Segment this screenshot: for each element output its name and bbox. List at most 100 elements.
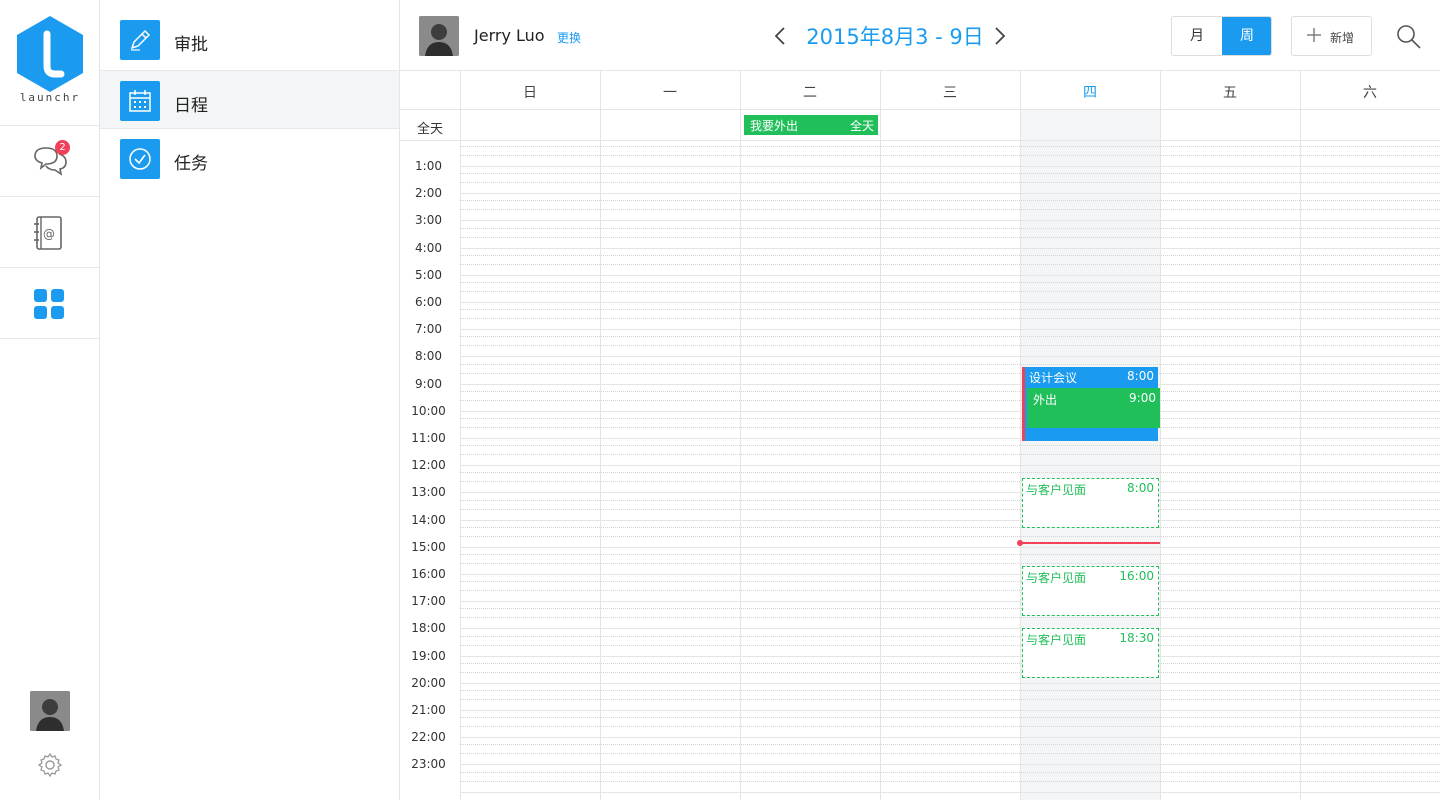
event-meet-client-2[interactable]: 与客户见面 16:00 — [1022, 566, 1159, 616]
all-day-label: 全天 — [416, 122, 443, 137]
hour-line — [460, 302, 1440, 303]
half-hour-line — [460, 671, 1440, 673]
submenu-label: 审批 — [174, 35, 208, 55]
app-logo[interactable]: launchr — [0, 0, 99, 126]
search-icon[interactable] — [1396, 24, 1422, 50]
half-hour-line — [460, 554, 1440, 555]
event-all-day[interactable]: 我要外出 全天 — [744, 115, 878, 135]
half-hour-line — [460, 445, 1440, 447]
user-name: Jerry Luo — [474, 26, 545, 45]
chevron-right-icon[interactable] — [990, 22, 1010, 50]
submenu-item-schedule[interactable]: 日程 — [100, 70, 399, 129]
hour-label: 4:00 — [415, 240, 442, 255]
event-time: 9:00 — [1129, 391, 1156, 405]
half-hour-line — [460, 472, 1440, 474]
half-hour-line — [460, 200, 1440, 202]
half-hour-line — [460, 282, 1440, 283]
view-toggle: 月 周 — [1171, 16, 1272, 56]
event-meet-client-3[interactable]: 与客户见面 18:30 — [1022, 628, 1159, 678]
half-hour-line — [460, 771, 1440, 773]
half-hour-line — [460, 318, 1440, 320]
half-hour-line — [460, 744, 1440, 746]
hour-label: 19:00 — [411, 648, 446, 663]
half-hour-line — [460, 499, 1440, 501]
hour-label: 8:00 — [415, 349, 442, 364]
half-hour-line — [460, 481, 1440, 483]
half-hour-line — [460, 581, 1440, 583]
hour-line — [460, 247, 1440, 249]
half-hour-line — [460, 617, 1440, 619]
all-day-row: 全天 — [400, 110, 1440, 141]
event-time: 8:00 — [1127, 481, 1154, 495]
view-week-button[interactable]: 周 — [1222, 17, 1271, 55]
add-event-label: 新增 — [1330, 31, 1355, 45]
hour-line — [460, 519, 1440, 521]
hour-line — [460, 791, 1440, 793]
half-hour-line — [460, 662, 1440, 664]
event-time: 全天 — [849, 119, 874, 133]
rail-apps[interactable] — [0, 268, 99, 339]
hour-line — [460, 546, 1440, 548]
submenu-item-tasks[interactable]: 任务 — [100, 129, 399, 189]
submenu-item-approval[interactable]: 审批 — [100, 0, 399, 70]
half-hour-line — [460, 146, 1440, 147]
pen-icon — [130, 29, 151, 51]
left-rail: launchr 2 @ — [0, 0, 100, 800]
half-hour-line — [460, 590, 1440, 592]
half-hour-line — [460, 717, 1440, 719]
event-title: 我要外出 — [750, 119, 799, 133]
date-range-title: 2015年8月3 - 9日 — [806, 25, 984, 49]
event-time: 8:00 — [1127, 369, 1154, 383]
hour-line — [460, 682, 1440, 684]
user-avatar[interactable] — [419, 16, 459, 56]
half-hour-line — [460, 508, 1440, 510]
chevron-left-icon[interactable] — [770, 22, 790, 50]
hour-line — [460, 410, 1440, 412]
hour-label: 9:00 — [415, 376, 442, 391]
event-time: 18:30 — [1119, 631, 1154, 645]
messages-badge: 2 — [55, 140, 70, 155]
current-time-dot — [1017, 540, 1023, 546]
day-header-sat: 六 — [1363, 85, 1377, 101]
event-title: 与客户见面 — [1026, 483, 1087, 497]
rail-contacts[interactable]: @ — [0, 197, 99, 268]
hour-line — [460, 492, 1440, 494]
half-hour-line — [460, 690, 1440, 691]
check-icon — [129, 148, 151, 170]
add-event-button[interactable]: 新增 — [1291, 16, 1372, 56]
hour-label: 20:00 — [411, 675, 446, 690]
event-go-out[interactable]: 外出 9:00 — [1027, 388, 1160, 428]
event-title: 设计会议 — [1029, 371, 1078, 385]
hour-label: 15:00 — [411, 539, 446, 554]
hour-label: 11:00 — [411, 431, 446, 445]
day-header-sun: 日 — [523, 85, 537, 101]
half-hour-line — [460, 227, 1440, 229]
logo-text: launchr — [19, 91, 81, 104]
change-user-link[interactable]: 更换 — [557, 29, 581, 46]
gear-icon[interactable] — [37, 752, 63, 778]
half-hour-line — [460, 608, 1440, 610]
hour-line — [460, 383, 1440, 385]
hour-line — [460, 601, 1440, 603]
event-title: 与客户见面 — [1026, 633, 1087, 647]
half-hour-line — [460, 390, 1440, 392]
half-hour-line — [460, 309, 1440, 311]
hour-label: 16:00 — [411, 567, 446, 581]
hour-line — [460, 655, 1440, 657]
calendar-toolbar: Jerry Luo 更换 2015年8月3 - 9日 月 周 新增 — [400, 0, 1440, 71]
rail-messages[interactable]: 2 — [0, 126, 99, 197]
event-title: 与客户见面 — [1026, 571, 1087, 585]
half-hour-line — [460, 644, 1440, 646]
avatar[interactable] — [30, 691, 70, 731]
hour-label: 3:00 — [415, 213, 442, 228]
half-hour-line — [460, 753, 1440, 755]
half-hour-line — [460, 780, 1440, 782]
hour-line — [460, 166, 1440, 167]
hour-line — [460, 193, 1440, 195]
hour-label: 23:00 — [411, 757, 446, 772]
view-month-button[interactable]: 月 — [1172, 17, 1222, 55]
event-meet-client-1[interactable]: 与客户见面 8:00 — [1022, 478, 1159, 528]
half-hour-line — [460, 454, 1440, 456]
hour-label: 10:00 — [411, 403, 446, 418]
launchr-logo-icon — [17, 16, 83, 92]
